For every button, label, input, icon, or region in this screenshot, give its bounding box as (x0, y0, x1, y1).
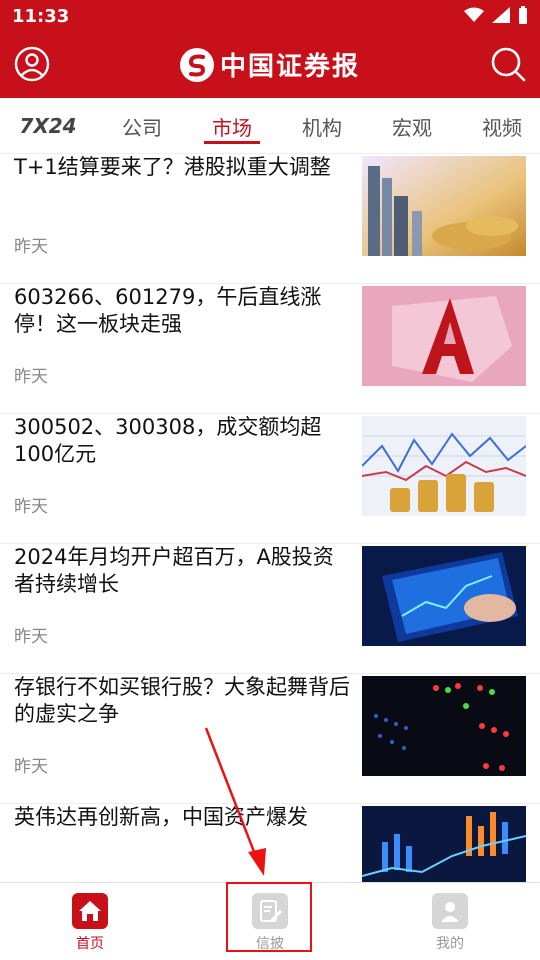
news-title: 存银行不如买银行股？大象起舞背后的虚实之争 (14, 675, 350, 726)
news-time: 昨天 (14, 367, 48, 387)
tab-macro[interactable]: 宏观 (382, 98, 442, 154)
news-item[interactable]: 英伟达再创新高，中国资产爆发 (0, 804, 540, 882)
nav-profile[interactable]: 我的 (390, 893, 510, 955)
status-time: 11:33 (12, 6, 70, 27)
news-title: T+1结算要来了？港股拟重大调整 (14, 155, 331, 179)
logo-mark-icon (179, 47, 214, 82)
nav-disclosure-label: 信披 (256, 936, 284, 952)
news-item[interactable]: 存银行不如买银行股？大象起舞背后的虚实之争 昨天 (0, 674, 540, 804)
tab-7x24[interactable]: 7X24 (16, 98, 80, 154)
news-time: 昨天 (14, 627, 48, 647)
home-icon (72, 893, 108, 929)
document-edit-icon (252, 893, 288, 929)
news-thumbnail (362, 676, 526, 776)
search-icon (489, 45, 527, 87)
news-title: 2024年月均开户超百万，A股投资者持续增长 (14, 545, 334, 596)
app-header: 中国证券报 (0, 34, 540, 98)
tab-market[interactable]: 市场 (204, 98, 260, 154)
battery-icon (518, 6, 528, 28)
nav-home[interactable]: 首页 (30, 893, 150, 955)
news-time: 昨天 (14, 237, 48, 257)
news-thumbnail (362, 416, 526, 516)
news-time: 昨天 (14, 497, 48, 517)
news-item[interactable]: 2024年月均开户超百万，A股投资者持续增长 昨天 (0, 544, 540, 674)
news-thumbnail (362, 286, 526, 386)
brand-logo: 中国证券报 (0, 46, 540, 83)
news-title: 300502、300308，成交额均超100亿元 (14, 415, 322, 466)
nav-disclosure[interactable]: 信披 (210, 893, 330, 955)
news-title: 英伟达再创新高，中国资产爆发 (14, 805, 308, 829)
news-time: 昨天 (14, 757, 48, 777)
user-icon (432, 893, 468, 929)
tab-video[interactable]: 视频 (472, 98, 532, 154)
search-button[interactable] (488, 46, 528, 86)
news-title: 603266、601279，午后直线涨停！这一板块走强 (14, 285, 322, 336)
news-item[interactable]: 300502、300308，成交额均超100亿元 昨天 (0, 414, 540, 544)
category-tabs: 7X24 公司 市场 机构 宏观 视频 (0, 98, 540, 154)
bottom-navigation: 首页 信披 我的 (0, 882, 540, 960)
news-thumbnail (362, 156, 526, 256)
brand-name: 中国证券报 (219, 52, 360, 82)
nav-home-label: 首页 (76, 936, 104, 952)
status-icons (464, 6, 528, 28)
nav-profile-label: 我的 (436, 936, 464, 952)
news-thumbnail (362, 546, 526, 646)
tab-company[interactable]: 公司 (112, 98, 172, 154)
news-feed[interactable]: T+1结算要来了？港股拟重大调整 昨天 603266、601279，午后直线涨停… (0, 154, 540, 882)
news-item[interactable]: T+1结算要来了？港股拟重大调整 昨天 (0, 154, 540, 284)
tab-institution[interactable]: 机构 (292, 98, 352, 154)
status-bar: 11:33 (0, 0, 540, 34)
signal-icon (492, 7, 510, 27)
news-item[interactable]: 603266、601279，午后直线涨停！这一板块走强 昨天 (0, 284, 540, 414)
news-thumbnail (362, 806, 526, 882)
wifi-icon (464, 7, 484, 27)
